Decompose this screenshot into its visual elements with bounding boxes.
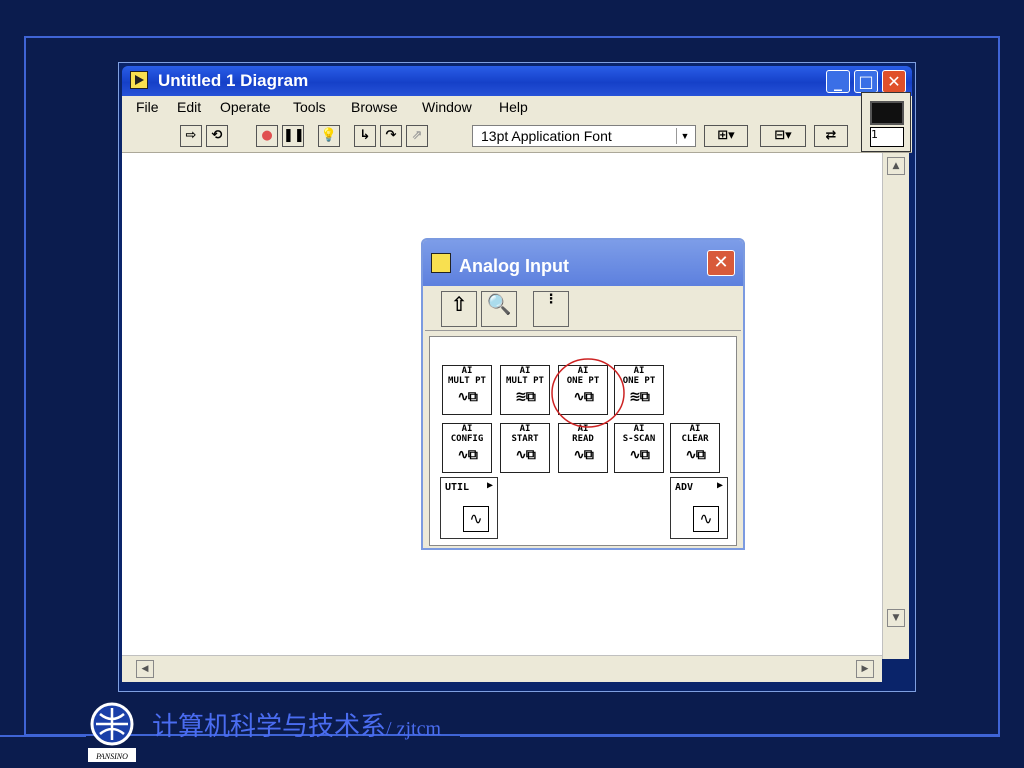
chevron-down-icon: ▼: [676, 128, 693, 144]
vi-label: MULT PT: [448, 376, 486, 386]
horizontal-scrollbar[interactable]: ◀ ▶: [122, 655, 882, 682]
waveform-icon: ≋⧉: [515, 389, 536, 405]
triangle-right-icon: ▶: [486, 480, 493, 491]
vi-label: READ: [572, 434, 594, 444]
palette-titlebar[interactable]: Analog Input ✕: [423, 240, 743, 286]
util-subpalette[interactable]: UTIL ▶ ∿: [440, 477, 498, 539]
vi-label: S-SCAN: [622, 434, 656, 444]
ai-config-vi[interactable]: AI CONFIG ∿⧉: [442, 423, 492, 473]
window-titlebar[interactable]: Untitled 1 Diagram _ □ ✕: [122, 66, 912, 96]
waveform-icon: ∿⧉: [457, 447, 478, 463]
menu-browse[interactable]: Browse: [351, 99, 398, 115]
footer-latin: / zjtcm: [386, 718, 441, 740]
up-arrow-icon[interactable]: ⇧: [441, 291, 477, 327]
subpalette-label: UTIL: [445, 482, 470, 493]
step-over-icon[interactable]: ↷: [380, 125, 402, 147]
vi-label: AI: [461, 366, 473, 376]
font-select[interactable]: 13pt Application Font ▼: [472, 125, 696, 147]
ai-mult-pt-vi[interactable]: AI MULT PT ≋⧉: [500, 365, 550, 415]
waveform-icon: ∿⧉: [457, 389, 478, 405]
vi-label: AI: [633, 424, 645, 434]
highlight-execution-icon[interactable]: 💡: [318, 125, 340, 147]
scroll-up-button[interactable]: ▲: [887, 157, 905, 175]
vi-label: AI: [633, 366, 645, 376]
scroll-left-button[interactable]: ◀: [136, 660, 154, 678]
sine-wave-icon: ∿: [463, 506, 489, 532]
abort-icon[interactable]: ●: [256, 125, 278, 147]
subpalette-label: ADV: [675, 482, 694, 493]
view-options-icon[interactable]: ⋮: [533, 291, 569, 327]
labview-run-icon: [130, 71, 148, 89]
ai-mult-pt-vi[interactable]: AI MULT PT ∿⧉: [442, 365, 492, 415]
vi-label: AI: [689, 424, 701, 434]
menu-help[interactable]: Help: [499, 99, 528, 115]
menu-tools[interactable]: Tools: [293, 99, 326, 115]
menu-file[interactable]: File: [136, 99, 159, 115]
waveform-icon: ∿⧉: [685, 447, 706, 463]
window-title: Untitled 1 Diagram: [158, 71, 309, 90]
scroll-right-button[interactable]: ▶: [856, 660, 874, 678]
vi-label: MULT PT: [506, 376, 544, 386]
highlight-circle: [551, 358, 625, 428]
font-select-value: 13pt Application Font: [481, 128, 612, 144]
menubar: File Edit Operate Tools Browse Window He…: [122, 96, 912, 120]
run-arrow-icon[interactable]: ⇨: [180, 125, 202, 147]
palette-content: AI MULT PT ∿⧉ AI MULT PT ≋⧉ AI ONE PT ∿⧉ AI ONE…: [429, 336, 737, 546]
ai-clear-vi[interactable]: AI CLEAR ∿⧉: [670, 423, 720, 473]
run-continuously-icon[interactable]: ⟲: [206, 125, 228, 147]
labview-run-icon: [431, 253, 451, 273]
vertical-scrollbar[interactable]: ▲ ▼: [882, 153, 909, 659]
vi-label: CONFIG: [450, 434, 484, 444]
monitor-icon: [870, 101, 904, 125]
pansino-logo: PANSINO: [86, 700, 142, 764]
adv-subpalette[interactable]: ADV ▶ ∿: [670, 477, 728, 539]
toolbar: ⇨ ⟲ ● ❚❚ 💡 ↳ ↷ ⇗ 13pt Application Font ▼…: [122, 92, 912, 153]
vi-label: AI: [461, 424, 473, 434]
distribute-objects-icon[interactable]: ⊟▾: [760, 125, 806, 147]
step-out-icon[interactable]: ⇗: [406, 125, 428, 147]
menu-edit[interactable]: Edit: [177, 99, 201, 115]
vi-label: AI: [519, 424, 531, 434]
search-icon[interactable]: 🔍: [481, 291, 517, 327]
pause-icon[interactable]: ❚❚: [282, 125, 305, 147]
vi-connector-icon[interactable]: 1: [861, 92, 911, 152]
vi-number: 1: [870, 127, 904, 147]
reorder-icon[interactable]: ⇄: [814, 125, 848, 147]
palette-close-button[interactable]: ✕: [707, 250, 735, 276]
footer-chinese: 计算机科学与技术系: [152, 712, 387, 742]
menu-operate[interactable]: Operate: [220, 99, 271, 115]
step-into-icon[interactable]: ↳: [354, 125, 376, 147]
waveform-icon: ∿⧉: [629, 447, 650, 463]
vi-label: START: [511, 434, 539, 444]
footer-department: 计算机科学与技术系/ zjtcm: [152, 706, 441, 743]
palette-title: Analog Input: [459, 256, 569, 276]
logo-text: PANSINO: [95, 752, 128, 761]
vi-label: AI: [519, 366, 531, 376]
scroll-down-button[interactable]: ▼: [887, 609, 905, 627]
vi-label: CLEAR: [681, 434, 709, 444]
analog-input-palette: Analog Input ✕ ⇧ 🔍 ⋮ AI MULT PT ∿⧉ AI MULT …: [421, 238, 745, 550]
palette-toolbar: ⇧ 🔍 ⋮: [425, 286, 741, 331]
triangle-right-icon: ▶: [716, 480, 723, 491]
align-objects-icon[interactable]: ⊞▾: [704, 125, 748, 147]
waveform-icon: ∿⧉: [573, 447, 594, 463]
sine-wave-icon: ∿: [693, 506, 719, 532]
menu-window[interactable]: Window: [422, 99, 472, 115]
waveform-icon: ∿⧉: [515, 447, 536, 463]
ai-start-vi[interactable]: AI START ∿⧉: [500, 423, 550, 473]
minimize-button[interactable]: _: [826, 70, 850, 93]
maximize-button[interactable]: □: [854, 70, 878, 93]
close-button[interactable]: ✕: [882, 70, 906, 93]
